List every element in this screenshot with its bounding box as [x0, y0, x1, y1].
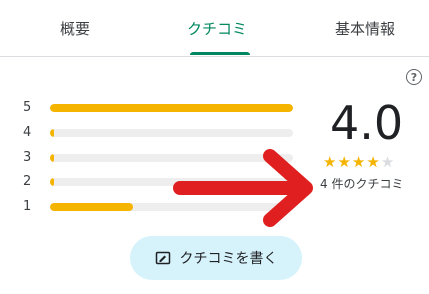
write-review-button[interactable]: クチコミを書く	[130, 236, 302, 280]
active-tab-indicator	[190, 52, 250, 55]
star-icon: ★	[380, 153, 396, 171]
rating-bar-fill	[50, 154, 54, 162]
rating-row-label: 3	[23, 150, 32, 165]
rating-row-4: 4	[0, 123, 300, 143]
question-circle-icon[interactable]: ?	[406, 69, 422, 85]
review-count: 4 件のクチコミ	[320, 177, 404, 191]
tab-info[interactable]: 基本情報	[305, 0, 425, 56]
star-icon: ★	[323, 153, 338, 171]
rating-row-label: 2	[23, 174, 32, 189]
tab-bar: 概要 クチコミ 基本情報	[0, 0, 429, 57]
rating-bar-track	[50, 104, 293, 112]
tab-overview[interactable]: 概要	[20, 0, 130, 56]
rating-bar-fill	[50, 104, 293, 112]
rating-row-label: 5	[23, 100, 32, 115]
rating-bar-fill	[50, 129, 54, 137]
rating-bar-fill	[50, 203, 133, 211]
star-icon: ★	[366, 153, 381, 171]
star-icon: ★	[351, 153, 367, 171]
write-review-label: クチコミを書く	[179, 251, 278, 267]
rating-row-5: 5	[0, 98, 300, 118]
rating-row-label: 4	[23, 125, 32, 140]
star-rating: ★★★★★	[323, 153, 395, 171]
tab-reviews[interactable]: クチコミ	[162, 0, 272, 56]
average-rating-score: 4.0	[330, 96, 404, 150]
rating-bar-track	[50, 129, 293, 137]
red-arrow-annotation	[173, 149, 313, 227]
rating-bar-fill	[50, 178, 54, 186]
rating-row-label: 1	[23, 199, 32, 214]
star-icon: ★	[337, 153, 352, 171]
write-review-icon	[155, 251, 170, 265]
